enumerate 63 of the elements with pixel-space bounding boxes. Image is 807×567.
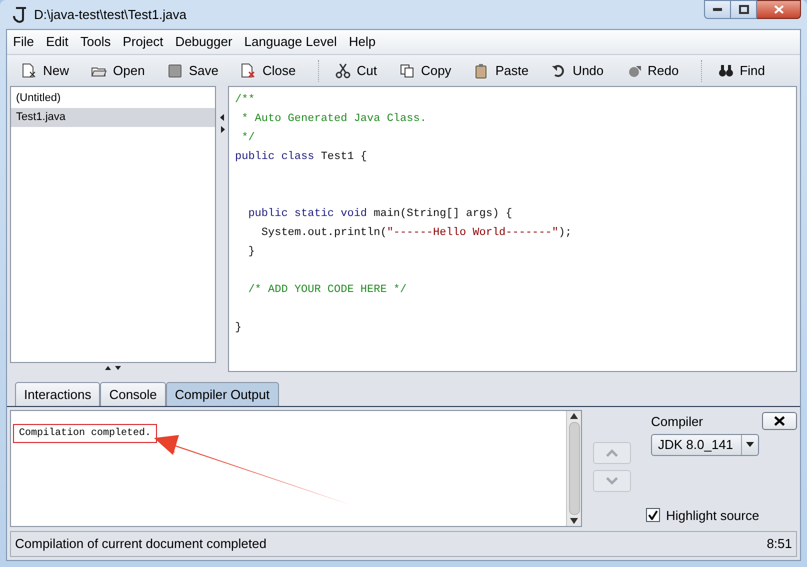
chevron-up-icon (606, 449, 618, 457)
split-arrows-icon (103, 365, 123, 370)
tab[interactable]: Compiler Output (166, 382, 279, 406)
toolbar-button[interactable]: Find (710, 58, 774, 84)
minimize-button[interactable] (704, 0, 731, 19)
toolbar-button[interactable]: Save (158, 58, 226, 84)
scroll-down-icon[interactable] (570, 518, 578, 524)
menu-item[interactable]: File (11, 32, 36, 52)
toolbar-button[interactable]: Redo (618, 58, 687, 84)
tab[interactable]: Console (100, 382, 166, 406)
window-title: D:\java-test\test\Test1.java (34, 6, 186, 24)
code-line: /* ADD YOUR CODE HERE */ (247, 283, 408, 298)
toolbar-button[interactable]: Copy (390, 58, 460, 84)
compiler-dropdown[interactable]: JDK 8.0_141 (651, 434, 759, 456)
highlight-source-checkbox[interactable] (646, 508, 660, 522)
maximize-button[interactable] (731, 0, 757, 19)
tab[interactable]: Interactions (15, 382, 100, 406)
toolbar-button[interactable]: New (13, 58, 78, 84)
clipboard-icon (473, 62, 490, 78)
split-arrows-icon (220, 114, 224, 134)
menu-item[interactable]: Tools (78, 32, 113, 52)
undo-icon (550, 62, 567, 78)
menu-item[interactable]: Edit (44, 32, 70, 52)
copy-icon (398, 62, 415, 78)
code-line: System.out.println("------Hello World-------"); (260, 226, 573, 241)
code-line: public static void main(String[] args) { (247, 207, 514, 222)
code-line: */ (240, 131, 256, 146)
status-message: Compilation of current document completed (15, 535, 266, 554)
compiler-label: Compiler (651, 413, 704, 431)
toolbar-button[interactable]: Undo (542, 58, 612, 84)
minimize-icon (713, 8, 722, 11)
document-item[interactable]: Test1.java (11, 108, 215, 127)
document-x-icon (240, 62, 256, 78)
code-line: * Auto Generated Java Class. (240, 112, 428, 127)
toolbar-button[interactable]: Paste (465, 58, 537, 84)
maximize-icon (738, 5, 748, 14)
menu-item[interactable]: Language Level (242, 32, 339, 52)
scroll-up-icon[interactable] (570, 413, 578, 419)
code-line: /** (235, 93, 256, 108)
menu-item[interactable]: Help (346, 32, 378, 52)
code-line: public class Test1 { (235, 150, 368, 165)
menu-item[interactable]: Project (120, 32, 166, 52)
app-logo-icon (12, 6, 28, 24)
toolbar-button[interactable]: Close (232, 58, 304, 84)
toolbar-button[interactable]: Cut (326, 58, 385, 84)
toolbar-button[interactable]: Open (83, 58, 153, 84)
close-icon (774, 5, 784, 14)
status-time: 8:51 (766, 535, 792, 554)
output-text: Compilation completed. (13, 424, 158, 443)
binoculars-icon (718, 62, 734, 78)
scrollbar[interactable] (566, 411, 581, 526)
scissors-icon (334, 62, 351, 78)
close-panel-button[interactable] (762, 412, 797, 430)
chevron-down-icon (606, 477, 618, 485)
close-button[interactable] (757, 0, 801, 19)
scroll-thumb[interactable] (568, 422, 580, 515)
dropdown-arrow-icon (746, 442, 754, 447)
menu-item[interactable]: Debugger (173, 32, 234, 52)
highlight-source-label: Highlight source (666, 506, 760, 525)
close-icon (774, 416, 785, 426)
document-icon (21, 62, 37, 78)
code-line: } (247, 245, 256, 260)
code-line: } (235, 321, 243, 336)
